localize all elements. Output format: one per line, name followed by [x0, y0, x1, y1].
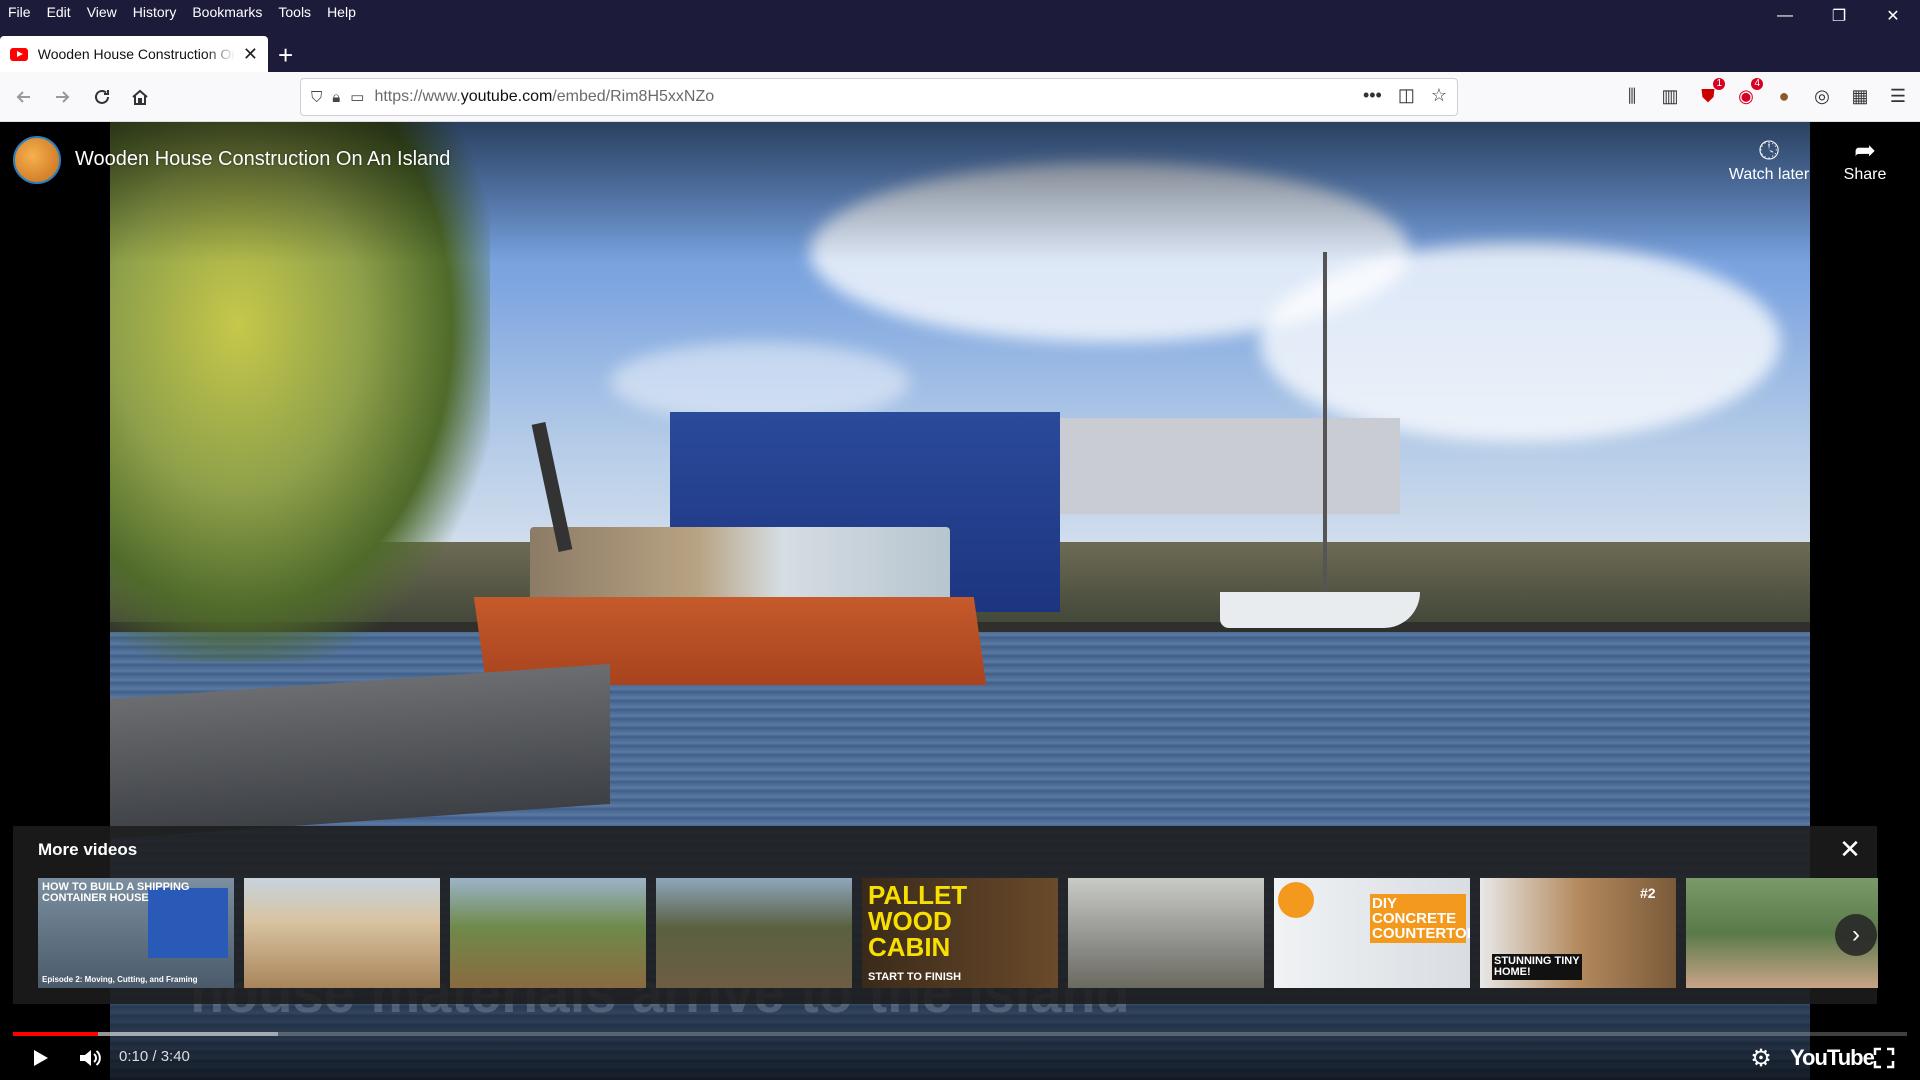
bookmark-star-icon[interactable]: ☆ — [1431, 85, 1447, 106]
home-button[interactable] — [124, 81, 156, 113]
progress-bar[interactable] — [13, 1032, 1907, 1036]
video-cloud — [610, 342, 910, 422]
url-domain: youtube.com — [460, 88, 553, 105]
account-icon[interactable]: ◎ — [1810, 81, 1834, 111]
thumbnail-8[interactable]: STUNNING TINY HOME! #2 — [1480, 878, 1676, 988]
hamburger-menu-icon[interactable]: ☰ — [1886, 81, 1910, 111]
menu-bookmarks[interactable]: Bookmarks — [184, 0, 270, 24]
video-sailboat — [1220, 592, 1420, 628]
lock-icon[interactable]: 🔒︎ — [332, 89, 340, 106]
thumbnail-8-caption: STUNNING TINY HOME! — [1492, 954, 1582, 980]
thumbnail-5[interactable]: PALLET WOOD CABIN START TO FINISH — [862, 878, 1058, 988]
tab-title: Wooden House Construction On An Island — [37, 46, 235, 62]
page-actions-icon[interactable]: ••• — [1363, 85, 1382, 106]
thumbnail-1-sub: Episode 2: Moving, Cutting, and Framing — [42, 975, 198, 984]
thumbnail-6[interactable] — [1068, 878, 1264, 988]
menu-history[interactable]: History — [125, 0, 185, 24]
thumbnail-7-caption: DIY CONCRETE COUNTERTOP — [1370, 894, 1470, 943]
menu-bar: File Edit View History Bookmarks Tools H… — [0, 0, 1920, 24]
play-icon — [34, 1050, 48, 1066]
gear-icon: ⚙ — [1750, 1044, 1772, 1072]
back-button[interactable] — [8, 81, 40, 113]
share-label: Share — [1843, 166, 1887, 183]
home-icon — [132, 89, 148, 105]
pocket-icon[interactable]: ◫ — [1398, 85, 1415, 106]
back-arrow-icon — [16, 91, 30, 103]
thumbnail-7-logo — [1278, 882, 1314, 918]
url-path: /embed/Rim8H5xxNZo — [552, 88, 715, 105]
share-arrow-icon: ➦ — [1854, 135, 1876, 165]
thumbnail-2[interactable] — [244, 878, 440, 988]
video-title[interactable]: Wooden House Construction On An Island — [75, 148, 450, 171]
more-videos-title: More videos — [38, 840, 138, 859]
permissions-icon[interactable]: ▭ — [350, 88, 364, 106]
clock-icon: 🕓︎ — [1758, 135, 1780, 165]
extensions-icon[interactable]: ▦ — [1848, 81, 1872, 111]
top-gradient — [0, 122, 1920, 262]
menu-tools[interactable]: Tools — [270, 0, 319, 24]
sidebar-icon[interactable]: ▥ — [1658, 81, 1682, 111]
thumbnail-strip: HOW TO BUILD A SHIPPING CONTAINER HOUSE … — [38, 878, 1878, 988]
watch-later-label: Watch later — [1728, 166, 1810, 183]
youtube-favicon-icon — [10, 47, 28, 61]
share-button[interactable]: ➦ Share — [1820, 134, 1910, 184]
thumbnail-5-sub: START TO FINISH — [868, 971, 962, 983]
menu-help[interactable]: Help — [319, 0, 364, 24]
fullscreen-icon — [1873, 1047, 1895, 1069]
next-videos-button[interactable]: › — [1835, 914, 1877, 956]
forward-arrow-icon — [56, 91, 70, 103]
url-prefix: https://www. — [374, 88, 461, 105]
new-tab-button[interactable]: + — [278, 42, 293, 68]
video-player[interactable]: house materials arrive to the island Woo… — [0, 122, 1920, 1080]
menu-file[interactable]: File — [0, 0, 39, 24]
video-building-grey — [1010, 418, 1400, 514]
thumbnail-1[interactable]: HOW TO BUILD A SHIPPING CONTAINER HOUSE … — [38, 878, 234, 988]
volume-icon — [80, 1050, 101, 1066]
reload-button[interactable] — [86, 81, 118, 113]
video-sailboat-mast — [1323, 252, 1327, 597]
progress-played — [13, 1032, 99, 1036]
forward-button[interactable] — [46, 81, 78, 113]
thumbnail-1-caption: HOW TO BUILD A SHIPPING CONTAINER HOUSE — [42, 881, 190, 904]
thumbnail-7[interactable]: DIY CONCRETE COUNTERTOP — [1274, 878, 1470, 988]
tab-bar: Wooden House Construction On An Island ✕… — [0, 24, 1920, 72]
library-icon[interactable]: ⫼ — [1620, 81, 1644, 111]
channel-avatar[interactable] — [13, 136, 61, 184]
privacy-badger-icon[interactable]: ◉ 4 — [1734, 78, 1763, 111]
ublock-icon[interactable]: ⛊ 1 — [1696, 78, 1725, 111]
url-text[interactable]: https://www.youtube.com/embed/Rim8H5xxNZ… — [374, 88, 714, 106]
more-videos-panel: More videos ✕ HOW TO BUILD A SHIPPING CO… — [13, 826, 1878, 1004]
navigation-bar: ⛉ 🔒︎ ▭ https://www.youtube.com/embed/Rim… — [0, 72, 1920, 122]
privacy-badge: 4 — [1751, 78, 1763, 90]
thumbnail-5-caption: PALLET WOOD CABIN — [868, 880, 968, 962]
url-actions: ••• ◫ ☆ — [1363, 85, 1447, 106]
time-display: 0:10 / 3:40 — [119, 1048, 190, 1065]
thumbnail-3[interactable] — [450, 878, 646, 988]
reload-icon — [95, 89, 109, 104]
toolbar-right: ⫼ ▥ ⛊ 1 ◉ 4 ● ◎ ▦ ☰ — [1620, 78, 1910, 111]
menu-view[interactable]: View — [79, 0, 125, 24]
youtube-logo[interactable]: YouTube — [1790, 1045, 1875, 1071]
thumbnail-4[interactable] — [656, 878, 852, 988]
video-cloud — [1260, 242, 1780, 442]
menu-edit[interactable]: Edit — [39, 0, 79, 24]
shield-icon[interactable]: ⛉ — [311, 89, 322, 106]
settings-button[interactable]: ⚙ — [1743, 1040, 1779, 1076]
mute-button[interactable] — [72, 1040, 108, 1076]
url-bar[interactable]: ⛉ 🔒︎ ▭ https://www.youtube.com/embed/Rim… — [300, 78, 1458, 116]
cookie-icon[interactable]: ● — [1772, 81, 1796, 111]
more-videos-close-button[interactable]: ✕ — [1835, 834, 1865, 865]
watch-later-button[interactable]: 🕓︎ Watch later — [1724, 134, 1814, 184]
tab-close-button[interactable]: ✕ — [243, 44, 258, 65]
play-button[interactable] — [22, 1040, 58, 1076]
fullscreen-button[interactable] — [1866, 1040, 1902, 1076]
thumbnail-8-sub: #2 — [1640, 885, 1656, 901]
ublock-badge: 1 — [1713, 78, 1725, 90]
tab-active[interactable]: Wooden House Construction On An Island ✕ — [0, 36, 268, 72]
